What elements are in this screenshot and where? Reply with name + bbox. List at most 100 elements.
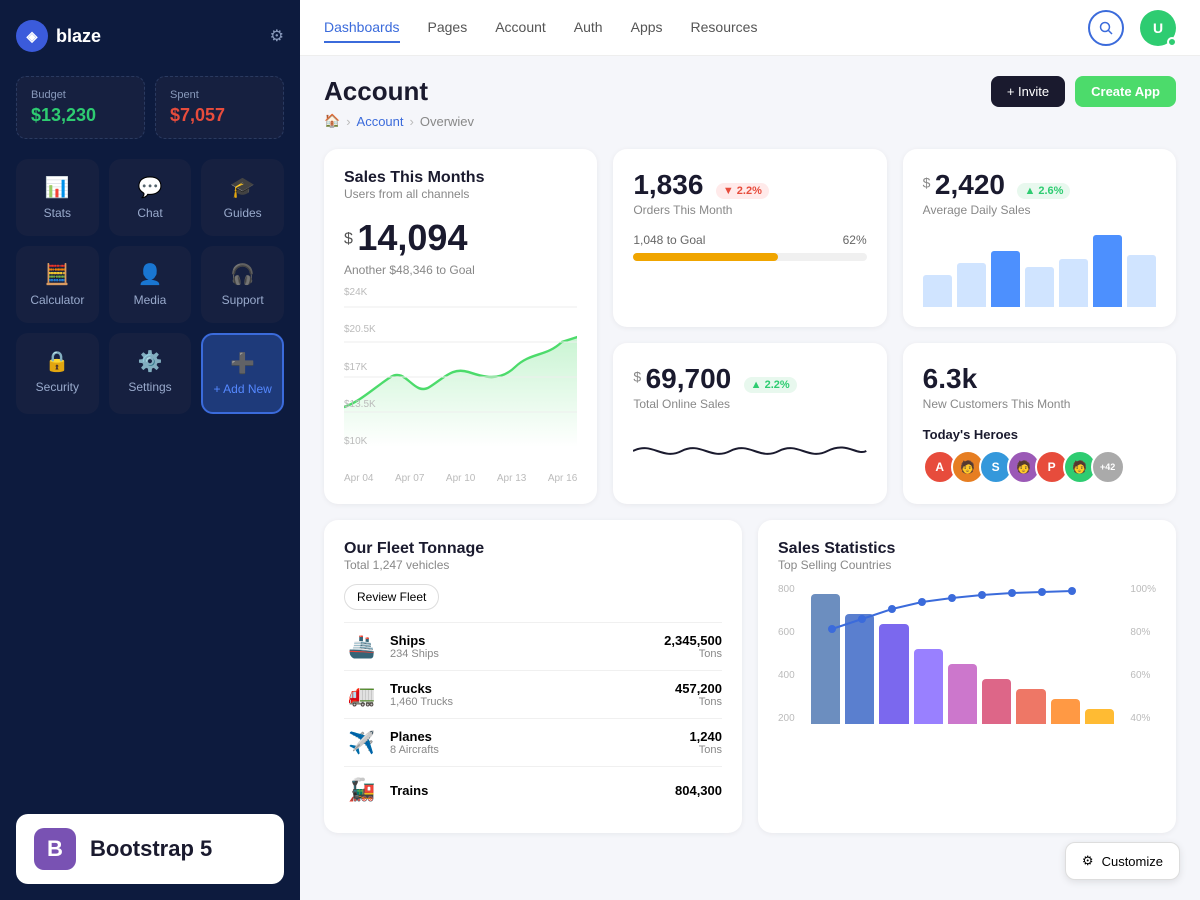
- invite-button[interactable]: + Invite: [991, 76, 1065, 107]
- progress-row: 1,048 to Goal 62%: [633, 233, 866, 261]
- progress-meta: 1,048 to Goal 62%: [633, 233, 866, 247]
- sales-stats-title: Sales Statistics: [778, 540, 1156, 558]
- sidebar-item-chat-label: Chat: [137, 206, 162, 220]
- menu-grid: 📊 Stats 💬 Chat 🎓 Guides 🧮 Calculator 👤 M…: [16, 159, 284, 414]
- add-new-icon: ➕: [230, 351, 255, 376]
- top-nav: Dashboards Pages Account Auth Apps Resou…: [300, 0, 1200, 56]
- goal-label: 1,048 to Goal: [633, 233, 705, 247]
- bootstrap-icon: B: [34, 828, 76, 870]
- sales-stats-subtitle: Top Selling Countries: [778, 558, 1156, 572]
- trucks-info: Trucks 1,460 Trucks: [390, 681, 665, 708]
- hero-avatars: A 🧑 S 🧑 P 🧑 +42: [923, 450, 1156, 484]
- media-icon: 👤: [138, 262, 163, 287]
- online-sales-label: Total Online Sales: [633, 397, 866, 411]
- create-app-button[interactable]: Create App: [1075, 76, 1176, 107]
- nav-auth[interactable]: Auth: [574, 13, 603, 43]
- settings-icon: ⚙️: [138, 349, 163, 374]
- bar-country-8: [1051, 699, 1080, 724]
- nav-pages[interactable]: Pages: [428, 13, 468, 43]
- fleet-title: Our Fleet Tonnage: [344, 540, 722, 558]
- sidebar-item-media[interactable]: 👤 Media: [109, 246, 192, 323]
- ships-info: Ships 234 Ships: [390, 633, 654, 660]
- nav-dashboards[interactable]: Dashboards: [324, 13, 400, 43]
- sidebar-item-settings[interactable]: ⚙️ Settings: [109, 333, 192, 414]
- sales-month-value: 14,094: [357, 217, 467, 259]
- sidebar-item-stats-label: Stats: [44, 206, 71, 220]
- sidebar-item-support[interactable]: 🎧 Support: [201, 246, 284, 323]
- breadcrumb: 🏠 › Account › Overwiev: [324, 113, 1176, 129]
- bar-2: [957, 263, 986, 307]
- nav-links: Dashboards Pages Account Auth Apps Resou…: [324, 13, 757, 43]
- bar-country-9: [1085, 709, 1114, 724]
- fleet-card: Our Fleet Tonnage Total 1,247 vehicles R…: [324, 520, 742, 833]
- sidebar-item-security-label: Security: [36, 380, 79, 394]
- daily-sales-card: $ 2,420 ▲ 2.6% Average Daily Sales: [903, 149, 1176, 327]
- sidebar-item-add-new[interactable]: ➕ + Add New: [201, 333, 284, 414]
- sales-month-goal: Another $48,346 to Goal: [344, 263, 577, 277]
- support-icon: 🎧: [230, 262, 255, 287]
- sales-stats-card: Sales Statistics Top Selling Countries 8…: [758, 520, 1176, 833]
- planes-value: 1,240 Tons: [689, 729, 722, 756]
- sidebar-item-chat[interactable]: 💬 Chat: [109, 159, 192, 236]
- menu-toggle-icon[interactable]: ⚙: [270, 26, 284, 46]
- breadcrumb-overview: Overwiev: [420, 114, 474, 129]
- bar-country-2: [845, 614, 874, 724]
- sidebar-item-support-label: Support: [222, 293, 264, 307]
- sidebar-item-calculator-label: Calculator: [30, 293, 84, 307]
- sidebar-item-stats[interactable]: 📊 Stats: [16, 159, 99, 236]
- customers-value: 6.3k: [923, 363, 978, 394]
- trucks-icon: 🚛: [344, 682, 380, 708]
- spent-card: Spent $7,057: [155, 76, 284, 139]
- sidebar-item-guides[interactable]: 🎓 Guides: [201, 159, 284, 236]
- planes-name: Planes: [390, 729, 679, 744]
- bar-country-4: [914, 649, 943, 724]
- sales-x-labels: Apr 04 Apr 07 Apr 10 Apr 13 Apr 16: [344, 473, 577, 484]
- nav-right: U: [1088, 10, 1176, 46]
- nav-resources[interactable]: Resources: [691, 13, 758, 43]
- user-avatar[interactable]: U: [1140, 10, 1176, 46]
- customers-card: 6.3k New Customers This Month Today's He…: [903, 343, 1176, 504]
- sidebar-item-settings-label: Settings: [128, 380, 171, 394]
- sidebar-item-calculator[interactable]: 🧮 Calculator: [16, 246, 99, 323]
- customize-button[interactable]: ⚙ Customize: [1065, 842, 1180, 880]
- trains-name: Trains: [390, 783, 665, 798]
- sales-stats-bars: [811, 584, 1115, 724]
- guides-icon: 🎓: [230, 175, 255, 200]
- online-sales-wave: [633, 421, 866, 481]
- main-area: Dashboards Pages Account Auth Apps Resou…: [300, 0, 1200, 900]
- planes-icon: ✈️: [344, 730, 380, 756]
- fleet-subtitle: Total 1,247 vehicles: [344, 558, 722, 572]
- planes-count: 8 Aircrafts: [390, 744, 679, 756]
- spent-label: Spent: [170, 89, 269, 101]
- trains-icon: 🚂: [344, 777, 380, 803]
- stats-icon: 📊: [45, 175, 70, 200]
- search-button[interactable]: [1088, 10, 1124, 46]
- chat-icon: 💬: [138, 175, 163, 200]
- sales-month-card: Sales This Months Users from all channel…: [324, 149, 597, 504]
- ships-name: Ships: [390, 633, 654, 648]
- online-sales-prefix: $: [633, 369, 641, 385]
- bar-country-3: [879, 624, 908, 724]
- online-sales-value: 69,700: [646, 363, 732, 394]
- fleet-row-planes: ✈️ Planes 8 Aircrafts 1,240 Tons: [344, 718, 722, 766]
- orders-badge: ▼ 2.2%: [716, 183, 769, 199]
- review-fleet-button[interactable]: Review Fleet: [344, 584, 439, 610]
- bar-country-7: [1016, 689, 1045, 724]
- search-icon: [1099, 21, 1113, 35]
- customize-label: Customize: [1102, 854, 1163, 869]
- bar-1: [923, 275, 952, 307]
- sidebar-item-add-new-label: + Add New: [213, 382, 271, 396]
- sidebar-item-media-label: Media: [134, 293, 167, 307]
- breadcrumb-account[interactable]: Account: [357, 114, 404, 129]
- planes-info: Planes 8 Aircrafts: [390, 729, 679, 756]
- sidebar-item-security[interactable]: 🔒 Security: [16, 333, 99, 414]
- ships-icon: 🚢: [344, 634, 380, 660]
- breadcrumb-home[interactable]: 🏠: [324, 113, 340, 129]
- bar-country-1: [811, 594, 840, 724]
- nav-apps[interactable]: Apps: [631, 13, 663, 43]
- trucks-name: Trucks: [390, 681, 665, 696]
- page-title: Account: [324, 76, 428, 107]
- budget-value: $13,230: [31, 105, 130, 126]
- nav-account[interactable]: Account: [495, 13, 546, 43]
- bar-country-6: [982, 679, 1011, 724]
